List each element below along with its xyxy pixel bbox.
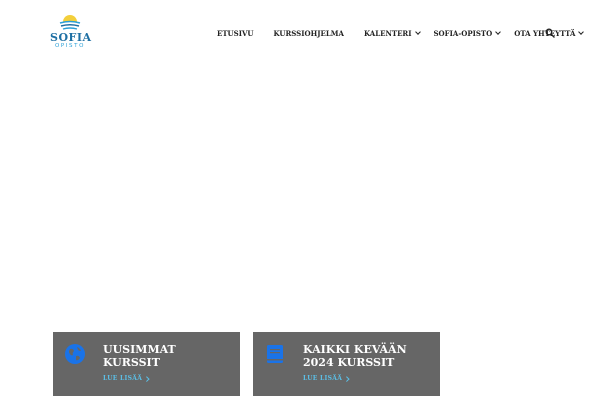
read-more-link[interactable]: LUE LISÄÄ xyxy=(303,375,350,382)
chevron-down-icon xyxy=(578,29,585,35)
nav-item-label: KALENTERI xyxy=(363,28,412,38)
chevron-right-icon xyxy=(144,376,150,381)
logo-emblem-icon xyxy=(57,15,83,32)
nav-item-kalenteri[interactable]: KALENTERI xyxy=(363,28,421,38)
card-title-line: UUSIMMAT xyxy=(103,343,176,356)
card-title-line: KAIKKI KEVÄÄN xyxy=(303,343,407,356)
card-spring-courses[interactable]: KAIKKI KEVÄÄN 2024 KURSSIT LUE LISÄÄ xyxy=(253,332,440,396)
nav-item-kurssiohjelma[interactable]: KURSSIOHJELMA xyxy=(274,29,344,38)
card-latest-courses[interactable]: UUSIMMAT KURSSIT LUE LISÄÄ xyxy=(53,332,240,396)
nav-item-label: ETUSIVU xyxy=(217,28,254,38)
card-title-line: 2024 KURSSIT xyxy=(303,356,395,369)
nav-item-sofia-opisto[interactable]: SOFIA-OPISTO xyxy=(433,28,502,38)
chevron-right-icon xyxy=(344,376,350,381)
chevron-down-icon xyxy=(495,29,502,35)
globe-icon xyxy=(65,344,85,364)
search-icon[interactable] xyxy=(545,28,555,38)
site-logo[interactable]: SOFIA OPISTO xyxy=(50,10,92,54)
card-title-line: KURSSIT xyxy=(103,356,160,369)
read-more-link[interactable]: LUE LISÄÄ xyxy=(103,375,150,382)
page: SOFIA OPISTO ETUSIVU KURSSIOHJELMA KALEN… xyxy=(0,0,600,400)
card-title: KAIKKI KEVÄÄN 2024 KURSSIT xyxy=(303,343,433,369)
nav-item-label: SOFIA-OPISTO xyxy=(433,28,493,38)
logo-wordmark: SOFIA xyxy=(50,31,92,44)
read-more-label: LUE LISÄÄ xyxy=(303,375,343,382)
read-more-label: LUE LISÄÄ xyxy=(103,375,143,382)
card-title: UUSIMMAT KURSSIT xyxy=(103,343,233,369)
nav-item-etusivu[interactable]: ETUSIVU xyxy=(217,29,254,38)
book-icon xyxy=(267,345,283,363)
logo-subtitle: OPISTO xyxy=(54,43,86,49)
main-nav: ETUSIVU KURSSIOHJELMA KALENTERI SOFIA-OP… xyxy=(217,27,585,39)
chevron-down-icon xyxy=(414,29,421,35)
nav-item-label: KURSSIOHJELMA xyxy=(273,28,344,38)
